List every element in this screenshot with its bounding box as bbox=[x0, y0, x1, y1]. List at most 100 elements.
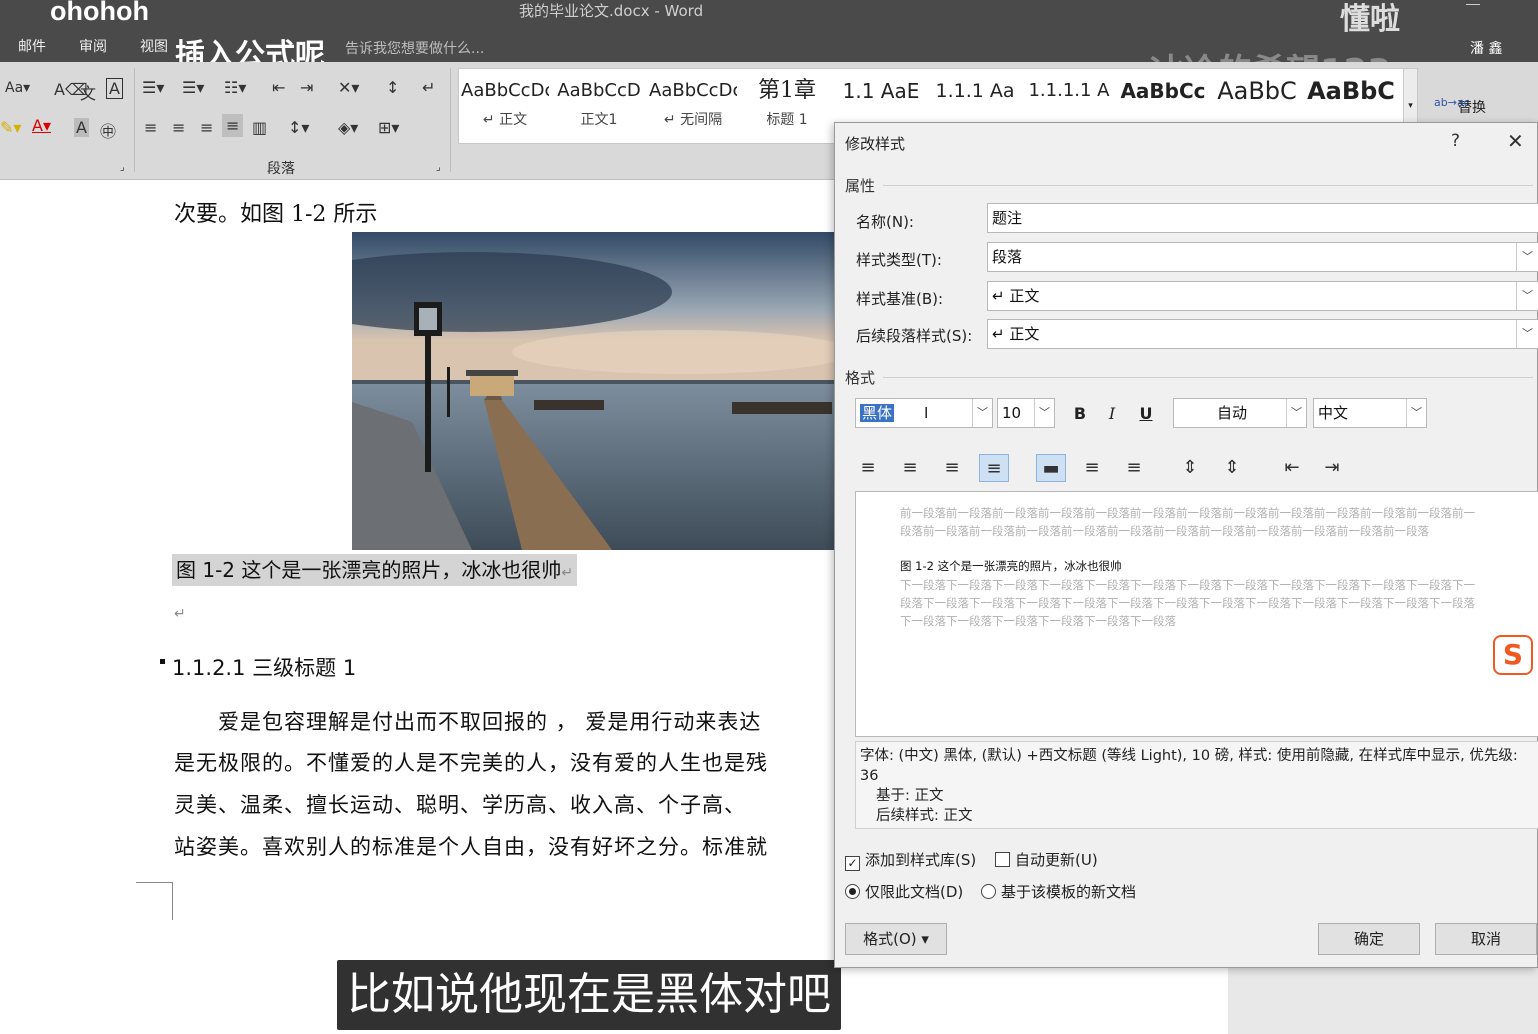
align-right-icon[interactable]: ≡ bbox=[937, 454, 967, 482]
multilevel-list-icon[interactable]: ☷▾ bbox=[224, 78, 246, 97]
underline-button[interactable]: U bbox=[1133, 401, 1159, 427]
sogou-ime-icon[interactable]: S bbox=[1493, 635, 1533, 675]
text-cursor-icon: I bbox=[924, 404, 929, 422]
menu-review[interactable]: 审阅 bbox=[79, 36, 107, 56]
style-name: ↵ 无间隔 bbox=[663, 112, 723, 128]
account-user[interactable]: 潘 鑫 bbox=[1470, 38, 1502, 58]
change-case-icon[interactable]: Aa▾ bbox=[5, 80, 30, 96]
font-size-value: 10 bbox=[1002, 404, 1022, 422]
ok-button[interactable]: 确定 bbox=[1318, 923, 1420, 955]
chinese-layout-icon[interactable]: ✕▾ bbox=[338, 78, 359, 97]
name-input[interactable]: 题注 bbox=[987, 203, 1538, 233]
align-right-icon[interactable]: ≡ bbox=[200, 118, 213, 137]
style-name: ↵ 正文 bbox=[482, 112, 528, 128]
style-type-value: 段落 bbox=[992, 248, 1023, 266]
new-documents-template-radio[interactable]: 基于该模板的新文档 bbox=[981, 881, 1136, 902]
borders-icon[interactable]: ⊞▾ bbox=[378, 118, 399, 137]
heading-level3[interactable]: 1.1.2.1 三级标题 1 bbox=[172, 652, 356, 682]
heading-bullet-icon bbox=[160, 659, 165, 664]
align-left-icon[interactable]: ≡ bbox=[853, 454, 883, 482]
one-half-spacing-icon[interactable]: ≡ bbox=[1077, 454, 1107, 482]
style-sample: AaBbCcDc bbox=[461, 80, 549, 101]
align-center-icon[interactable]: ≡ bbox=[172, 118, 185, 137]
watermark-text: ohohoh bbox=[50, 0, 149, 26]
font-select[interactable]: 黑体 I ﹀ bbox=[855, 398, 993, 428]
auto-update-checkbox[interactable]: 自动更新(U) bbox=[995, 849, 1098, 870]
section-divider bbox=[883, 377, 1533, 378]
font-color-icon[interactable]: A▾ bbox=[32, 116, 51, 135]
language-select[interactable]: 中文 ﹀ bbox=[1313, 398, 1427, 428]
numbering-icon[interactable]: ☰▾ bbox=[182, 78, 204, 97]
align-left-icon[interactable]: ≡ bbox=[144, 118, 157, 137]
close-icon[interactable]: ✕ bbox=[1507, 129, 1524, 153]
single-spacing-icon[interactable]: ▬ bbox=[1036, 454, 1066, 482]
style-sample: 1.1.1.1 A bbox=[1028, 80, 1110, 101]
double-spacing-icon[interactable]: ≡ bbox=[1119, 454, 1149, 482]
decrease-indent-icon[interactable]: ⇤ bbox=[272, 78, 285, 97]
font-color-select[interactable]: 自动 ﹀ bbox=[1173, 398, 1307, 428]
justify-icon[interactable]: ≡ bbox=[979, 454, 1009, 482]
tell-me-search[interactable]: 告诉我您想要做什么... bbox=[345, 38, 484, 58]
next-style-select[interactable]: ↵ 正文 ﹀ bbox=[987, 319, 1538, 349]
increase-indent-icon[interactable]: ⇥ bbox=[300, 78, 313, 97]
align-center-icon[interactable]: ≡ bbox=[895, 454, 925, 482]
space-before-icon[interactable]: ⇕ bbox=[1175, 454, 1205, 482]
preview-previous-paragraph: 前一段落前一段落前一段落前一段落前一段落前一段落前一段落前一段落前一段落前一段落… bbox=[900, 506, 1475, 538]
style-item-body1[interactable]: AaBbCcD 正文1 bbox=[555, 73, 643, 139]
based-on-label: 样式基准(B): bbox=[856, 290, 944, 308]
chevron-down-icon[interactable]: ﹀ bbox=[972, 399, 992, 427]
increase-indent-icon[interactable]: ⇥ bbox=[1317, 454, 1347, 482]
bullets-icon[interactable]: ☰▾ bbox=[142, 78, 164, 97]
italic-button[interactable]: I bbox=[1099, 401, 1125, 427]
font-dialog-launcher-icon[interactable]: ⌟ bbox=[120, 162, 125, 173]
based-on-select[interactable]: ↵ 正文 ﹀ bbox=[987, 281, 1538, 311]
style-type-select[interactable]: 段落 ﹀ bbox=[987, 242, 1538, 272]
dialog-title: 修改样式 bbox=[845, 135, 906, 153]
paragraph-dialog-launcher-icon[interactable]: ⌟ bbox=[436, 162, 441, 173]
line-spacing-icon[interactable]: ↕▾ bbox=[288, 118, 309, 137]
highlight-icon[interactable]: ✎▾ bbox=[0, 118, 21, 137]
radio-unselected-icon bbox=[981, 884, 996, 899]
distributed-icon[interactable]: ▥ bbox=[252, 118, 267, 137]
shading-icon[interactable]: ◈▾ bbox=[338, 118, 358, 137]
chevron-down-icon[interactable]: ﹀ bbox=[1406, 399, 1426, 427]
decrease-indent-icon[interactable]: ⇤ bbox=[1277, 454, 1307, 482]
figure-caption[interactable]: 图 1-2 这个是一张漂亮的照片，冰冰也很帅↵ bbox=[172, 554, 578, 586]
font-size-select[interactable]: 10 ﹀ bbox=[997, 398, 1055, 428]
format-section-label: 格式 bbox=[845, 369, 876, 387]
chevron-down-icon[interactable]: ﹀ bbox=[1286, 399, 1306, 427]
chevron-down-icon[interactable]: ﹀ bbox=[1516, 243, 1538, 271]
phonetic-guide-icon[interactable]: 文 bbox=[80, 80, 96, 104]
next-style-value: ↵ 正文 bbox=[992, 325, 1040, 343]
justify-icon[interactable]: ≡ bbox=[222, 114, 244, 137]
preview-sample-text: 图 1-2 这个是一张漂亮的照片，冰冰也很帅 bbox=[900, 559, 1122, 573]
enclose-char-icon[interactable]: ㊥ bbox=[100, 118, 116, 142]
menu-mail[interactable]: 邮件 bbox=[18, 36, 46, 56]
add-to-gallery-checkbox[interactable]: ✓ 添加到样式库(S) bbox=[845, 849, 976, 871]
help-icon[interactable]: ? bbox=[1451, 131, 1460, 151]
style-item-heading1[interactable]: 第1章 标题 1 bbox=[743, 73, 831, 139]
char-shading-icon[interactable]: A bbox=[74, 118, 89, 137]
only-this-document-radio[interactable]: 仅限此文档(D) bbox=[845, 881, 963, 902]
style-name: 正文1 bbox=[580, 112, 618, 128]
minimize-icon[interactable] bbox=[1466, 4, 1480, 5]
style-name: 标题 1 bbox=[766, 112, 808, 128]
cancel-button[interactable]: 取消 bbox=[1435, 923, 1537, 955]
preview-next-paragraph: 下一段落下一段落下一段落下一段落下一段落下一段落下一段落下一段落下一段落下一段落… bbox=[900, 578, 1475, 628]
char-border-icon[interactable]: A bbox=[106, 78, 123, 99]
paragraph-group-label: 段落 bbox=[267, 161, 295, 177]
style-item-no-spacing[interactable]: AaBbCcDc ↵ 无间隔 bbox=[649, 73, 737, 139]
danmaku-overlay-right: 懂啦 bbox=[1340, 2, 1400, 37]
menu-view[interactable]: 视图 bbox=[140, 36, 168, 56]
chevron-down-icon[interactable]: ﹀ bbox=[1034, 399, 1054, 427]
chevron-down-icon[interactable]: ﹀ bbox=[1516, 282, 1538, 310]
format-menu-button[interactable]: 格式(O) ▾ bbox=[845, 923, 947, 955]
space-after-icon[interactable]: ⇕ bbox=[1217, 454, 1247, 482]
bold-button[interactable]: B bbox=[1067, 401, 1093, 427]
font-value: 黑体 bbox=[860, 404, 895, 422]
style-item-normal[interactable]: AaBbCcDc ↵ 正文 bbox=[461, 73, 549, 139]
show-marks-icon[interactable]: ↵ bbox=[422, 78, 435, 97]
chevron-down-icon[interactable]: ﹀ bbox=[1516, 320, 1538, 348]
sort-icon[interactable]: ↕ bbox=[386, 78, 399, 97]
body-line: 站姿美。喜欢别人的标准是个人自由，没有好坏之分。标准就 bbox=[174, 835, 768, 859]
